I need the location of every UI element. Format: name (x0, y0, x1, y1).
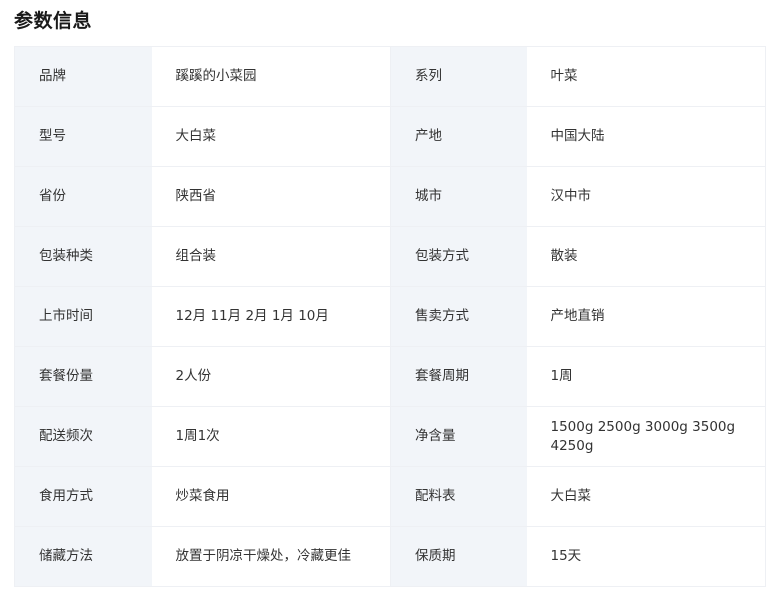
param-value: 散装 (526, 226, 766, 287)
param-value: 蹊蹊的小菜园 (151, 46, 391, 107)
param-row: 型号 大白菜 产地 中国大陆 (14, 106, 766, 167)
param-value: 2人份 (151, 346, 391, 407)
param-row: 上市时间 12月 11月 2月 1月 10月 售卖方式 产地直销 (14, 286, 766, 347)
param-row: 储藏方法 放置于阴凉干燥处，冷藏更佳 保质期 15天 (14, 526, 766, 587)
params-table: 品牌 蹊蹊的小菜园 系列 叶菜 型号 大白菜 产地 中国大陆 省份 陕西省 城市… (14, 46, 766, 587)
param-key: 型号 (14, 106, 152, 167)
param-value: 1500g 2500g 3000g 3500g 4250g (526, 406, 766, 467)
param-row: 包装种类 组合装 包装方式 散装 (14, 226, 766, 287)
param-key: 保质期 (390, 526, 527, 587)
param-key: 套餐份量 (14, 346, 152, 407)
param-value: 1周1次 (151, 406, 391, 467)
param-row: 食用方式 炒菜食用 配料表 大白菜 (14, 466, 766, 527)
section-title: 参数信息 (14, 10, 93, 32)
param-value: 炒菜食用 (151, 466, 391, 527)
param-value: 12月 11月 2月 1月 10月 (151, 286, 391, 347)
param-key: 上市时间 (14, 286, 152, 347)
param-key: 品牌 (14, 46, 152, 107)
param-key: 产地 (390, 106, 527, 167)
param-value: 1周 (526, 346, 766, 407)
param-value: 中国大陆 (526, 106, 766, 167)
param-value: 汉中市 (526, 166, 766, 227)
param-key: 包装种类 (14, 226, 152, 287)
param-key: 配送频次 (14, 406, 152, 467)
param-key: 食用方式 (14, 466, 152, 527)
param-value: 组合装 (151, 226, 391, 287)
param-value: 陕西省 (151, 166, 391, 227)
param-key: 储藏方法 (14, 526, 152, 587)
param-key: 套餐周期 (390, 346, 527, 407)
param-value: 大白菜 (151, 106, 391, 167)
param-key: 售卖方式 (390, 286, 527, 347)
param-value: 15天 (526, 526, 766, 587)
param-key: 省份 (14, 166, 152, 227)
param-key: 配料表 (390, 466, 527, 527)
param-row: 配送频次 1周1次 净含量 1500g 2500g 3000g 3500g 42… (14, 406, 766, 467)
param-row: 省份 陕西省 城市 汉中市 (14, 166, 766, 227)
param-row: 品牌 蹊蹊的小菜园 系列 叶菜 (14, 46, 766, 107)
param-key: 系列 (390, 46, 527, 107)
param-key: 净含量 (390, 406, 527, 467)
param-value: 叶菜 (526, 46, 766, 107)
param-key: 包装方式 (390, 226, 527, 287)
param-key: 城市 (390, 166, 527, 227)
param-value: 产地直销 (526, 286, 766, 347)
param-value: 放置于阴凉干燥处，冷藏更佳 (151, 526, 391, 587)
param-row: 套餐份量 2人份 套餐周期 1周 (14, 346, 766, 407)
param-value: 大白菜 (526, 466, 766, 527)
